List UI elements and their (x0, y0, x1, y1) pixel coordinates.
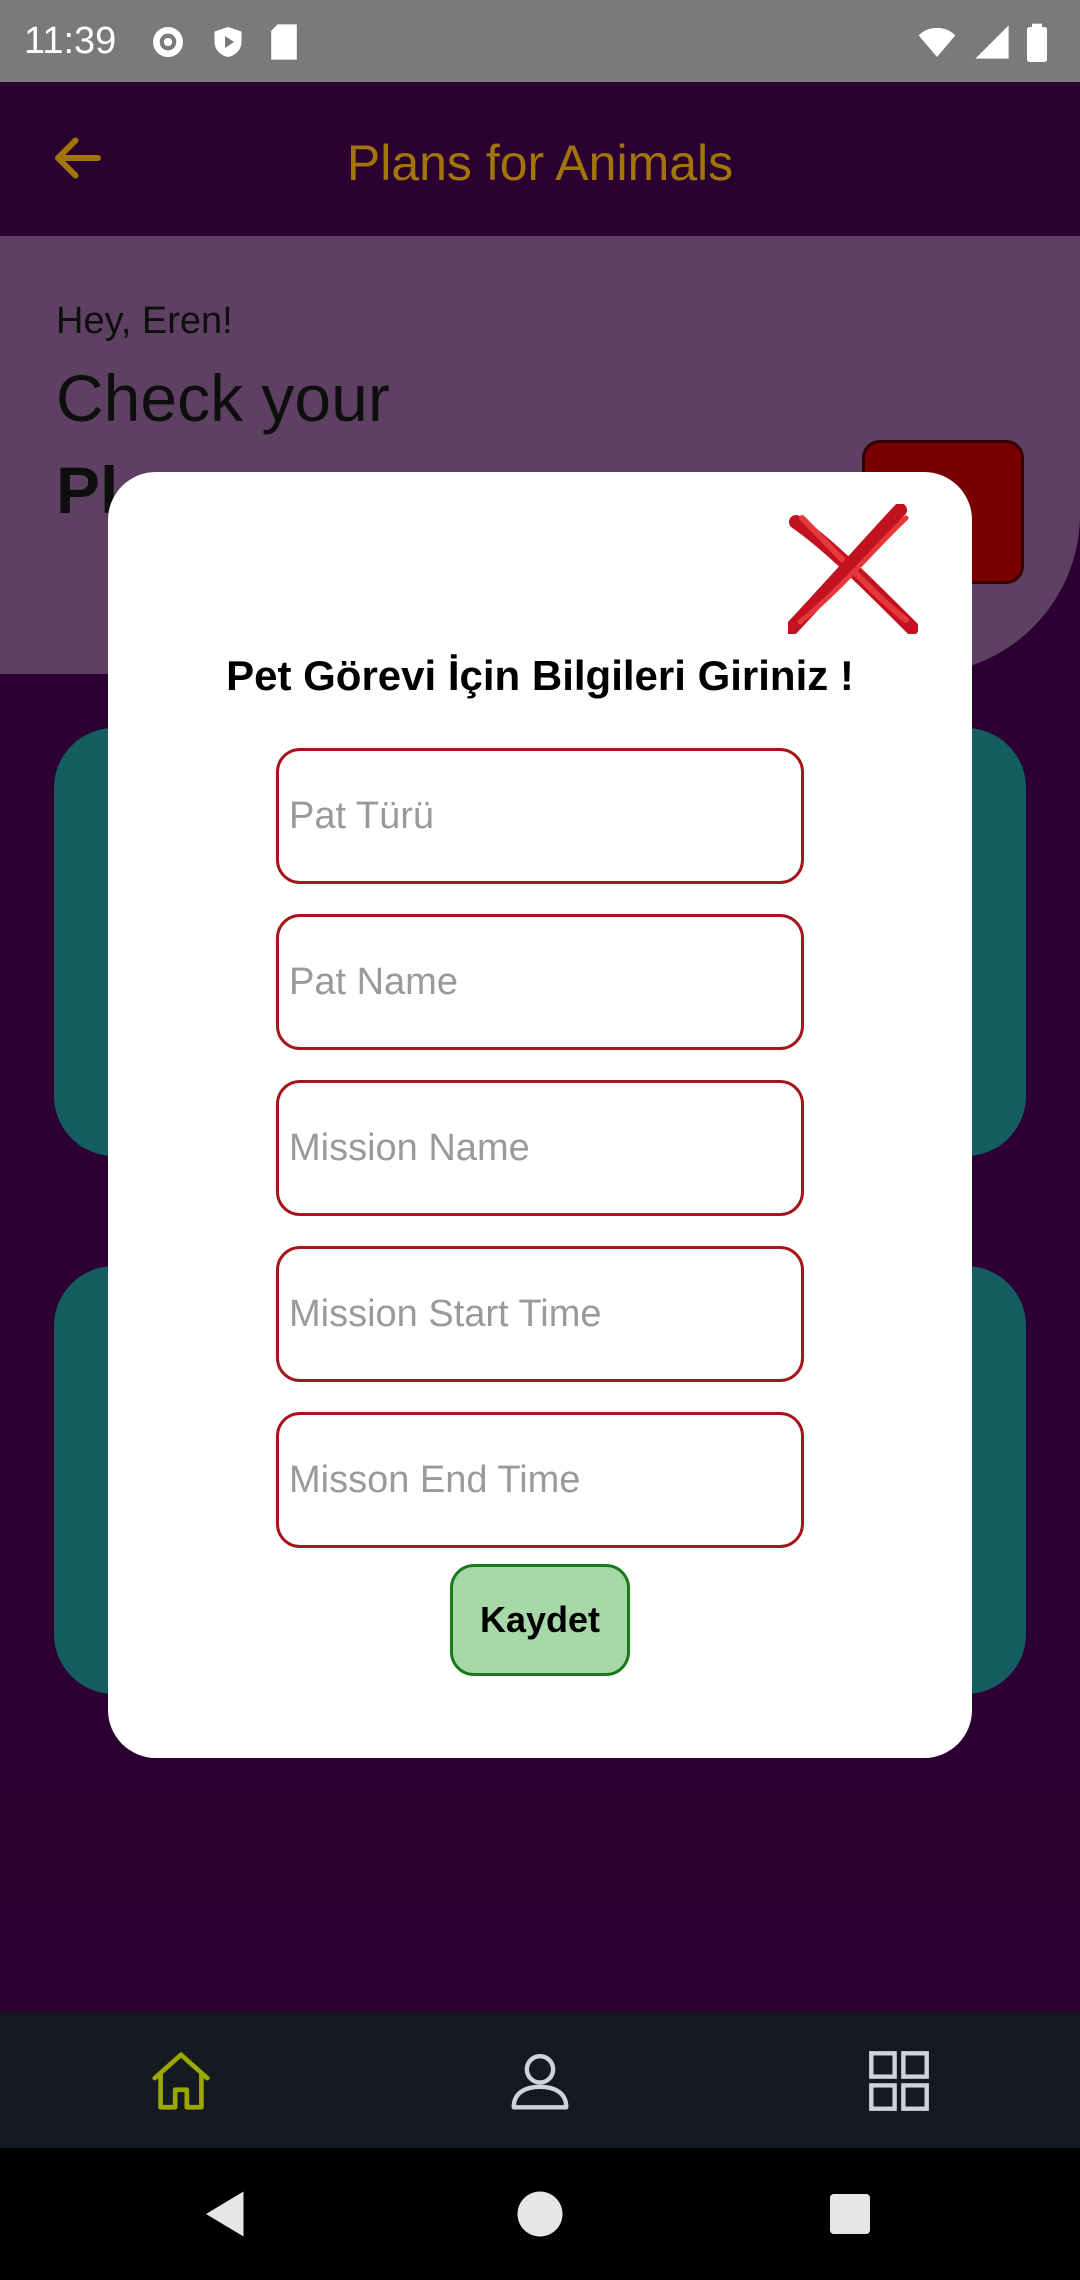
triangle-back-icon (206, 2191, 244, 2237)
close-button[interactable] (785, 503, 919, 635)
nav-grid[interactable] (864, 2046, 934, 2116)
nav-profile[interactable] (505, 2046, 575, 2116)
pet-type-input[interactable] (279, 751, 801, 881)
status-icons-right (916, 22, 1048, 62)
dialog-title: Pet Görevi İçin Bilgileri Giriniz ! (226, 652, 854, 699)
mission-name-input[interactable] (279, 1083, 801, 1213)
home-icon (152, 2052, 210, 2110)
system-recents-button[interactable] (820, 2184, 880, 2244)
settings-icon (153, 27, 183, 57)
wifi-icon (918, 27, 956, 57)
mission-start-time-input[interactable] (279, 1249, 801, 1379)
signal-icon (975, 25, 1009, 59)
status-time: 11:39 (24, 20, 117, 62)
square-recents-icon (830, 2194, 870, 2234)
pet-name-field[interactable] (276, 914, 804, 1050)
save-button[interactable]: Kaydet (450, 1564, 630, 1676)
pet-task-dialog: Pet Görevi İçin Bilgileri Giriniz ! Kayd… (108, 472, 972, 1758)
grid-icon (869, 2051, 929, 2111)
nav-home[interactable] (146, 2046, 216, 2116)
mission-end-time-input[interactable] (279, 1415, 801, 1545)
system-back-button[interactable] (196, 2184, 256, 2244)
mission-end-time-field[interactable] (276, 1412, 804, 1548)
mission-name-field[interactable] (276, 1080, 804, 1216)
system-home-button[interactable] (510, 2184, 570, 2244)
status-bar: 11:39 (0, 0, 1080, 82)
pet-name-input[interactable] (279, 917, 801, 1047)
sd-card-icon (271, 24, 297, 60)
mission-start-time-field[interactable] (276, 1246, 804, 1382)
status-icons-left (148, 22, 300, 62)
person-icon (511, 2054, 569, 2110)
close-x-icon (785, 503, 919, 635)
play-protect-icon (214, 27, 242, 57)
system-nav-bar (0, 2148, 1080, 2280)
circle-home-icon (517, 2191, 563, 2237)
pet-type-field[interactable] (276, 748, 804, 884)
bottom-nav (0, 2012, 1080, 2148)
battery-icon (1027, 23, 1047, 62)
